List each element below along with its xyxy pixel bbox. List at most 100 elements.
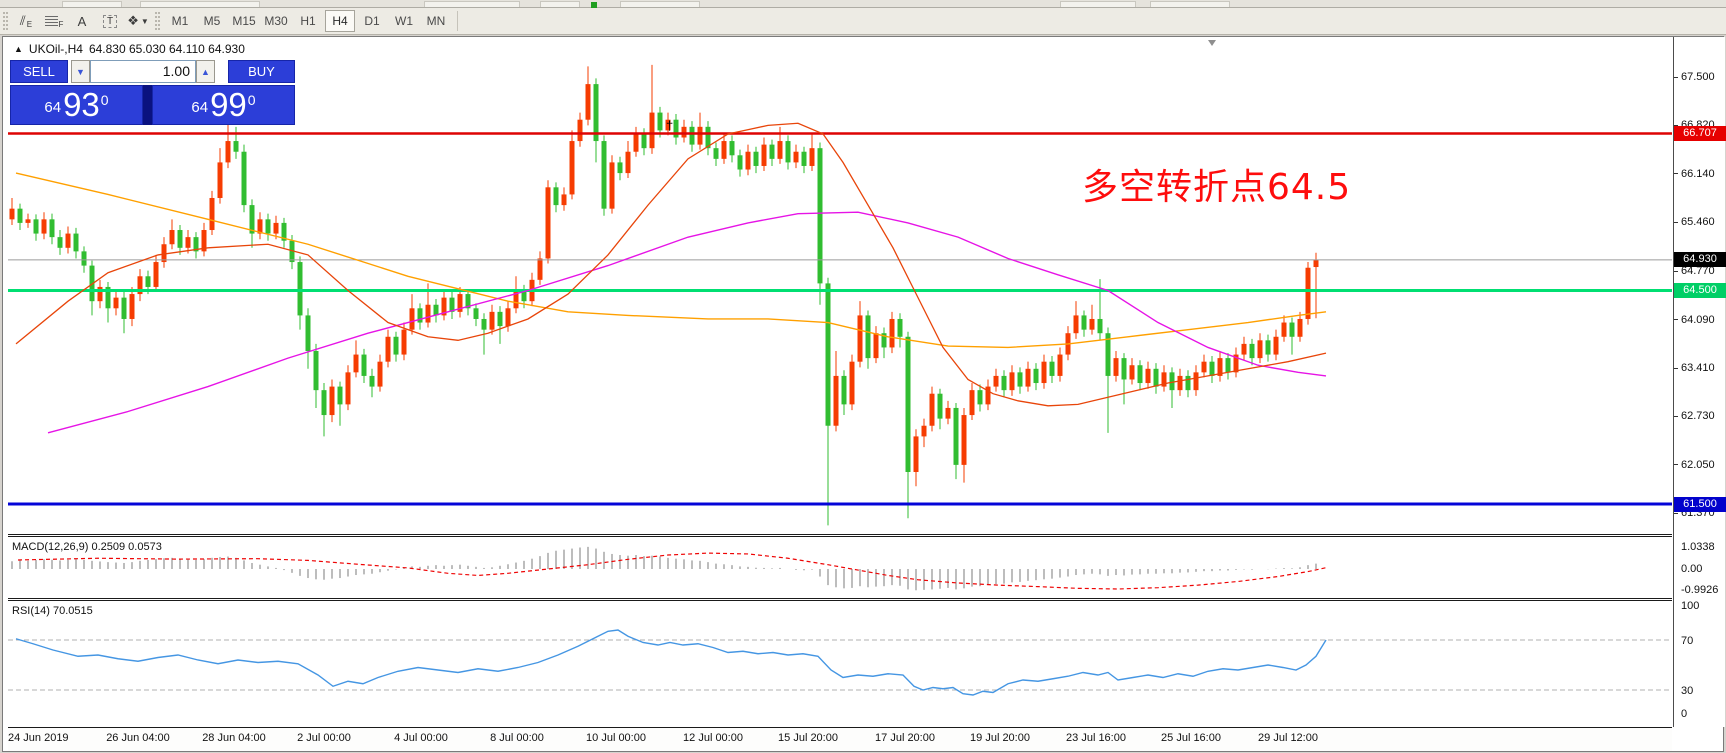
- rsi-label: RSI(14) 70.0515: [12, 605, 93, 617]
- price-tick-label: 67.500: [1681, 71, 1715, 83]
- volume-input[interactable]: 1.00: [90, 60, 196, 83]
- rsi-scale-label: 0: [1681, 708, 1688, 720]
- timeframe-w1[interactable]: W1: [389, 10, 419, 32]
- sell-price-sup: 0: [100, 92, 109, 108]
- toolbar-fragment: [540, 1, 580, 7]
- rsi-scale-label: 100: [1681, 600, 1700, 612]
- time-tick-label: 12 Jul 00:00: [683, 732, 743, 744]
- buy-price-prefix: 64: [191, 99, 209, 116]
- time-tick-label: 4 Jul 00:00: [394, 732, 448, 744]
- time-tick-label: 8 Jul 00:00: [490, 732, 544, 744]
- text-a-glyph: A: [77, 13, 87, 29]
- timeframe-m1[interactable]: M1: [165, 10, 195, 32]
- timeframe-m5[interactable]: M5: [197, 10, 227, 32]
- ohlc-readout: 64.830 65.030 64.110 64.930: [88, 42, 245, 56]
- upper-toolbar-sliver: [0, 0, 1726, 8]
- macd-scale-label: 0.00: [1681, 563, 1703, 575]
- price-level-badge: 64.930: [1674, 252, 1726, 268]
- object-anchor-marker: †: [666, 118, 674, 133]
- rsi-scale-label: 30: [1681, 685, 1694, 697]
- text-label-icon[interactable]: A: [69, 10, 95, 32]
- price-tick-label: 64.090: [1681, 313, 1715, 326]
- price-tick-mark: [1674, 464, 1678, 466]
- price-tick-label: 65.460: [1681, 216, 1715, 229]
- price-level-badge: 61.500: [1674, 496, 1726, 512]
- price-axis[interactable]: 67.50066.82066.14065.46064.77064.09063.4…: [1673, 37, 1726, 727]
- text-box-icon[interactable]: T: [97, 10, 123, 32]
- price-tick-mark: [1674, 221, 1678, 223]
- timeframe-m30[interactable]: M30: [261, 10, 291, 32]
- price-tick-mark: [1674, 319, 1678, 321]
- rsi-scale-label: 70: [1681, 635, 1694, 647]
- toolbar-drag-handle[interactable]: [155, 12, 160, 30]
- mt4-terminal: { "toolbar": { "tools": [ {"name": "equi…: [0, 0, 1726, 753]
- collapse-trade-panel-icon[interactable]: ▲: [14, 44, 23, 54]
- time-tick-label: 2 Jul 00:00: [297, 732, 351, 744]
- timeframe-m15[interactable]: M15: [229, 10, 259, 32]
- symbol-period-label: UKOil-,H4: [28, 42, 83, 56]
- price-panels: 64 93 0 64 99 0: [10, 85, 295, 125]
- toolbar-fragment: [620, 1, 700, 7]
- price-tick-mark: [1674, 270, 1678, 272]
- volume-increase-button[interactable]: ▲: [196, 60, 215, 83]
- timeframe-d1[interactable]: D1: [357, 10, 387, 32]
- price-tick-mark: [1674, 415, 1678, 417]
- toolbar-fragment: [62, 1, 122, 7]
- timeframe-mn[interactable]: MN: [421, 10, 451, 32]
- chart-shift-marker[interactable]: [1208, 40, 1216, 46]
- price-tick-label: 63.410: [1681, 362, 1715, 375]
- time-tick-label: 29 Jul 12:00: [1258, 732, 1318, 744]
- arrange-glyph: ❖: [127, 13, 139, 28]
- macd-scale-label: 1.0338: [1681, 540, 1715, 553]
- price-level-badge: 66.707: [1674, 125, 1726, 141]
- symbol-header: ▲ UKOil-,H4 64.830 65.030 64.110 64.930: [14, 42, 245, 56]
- price-tick-mark: [1674, 76, 1678, 78]
- macd-indicator-pane[interactable]: [8, 538, 1672, 598]
- toolbar-fragment: [140, 1, 260, 7]
- macd-label: MACD(12,26,9) 0.2509 0.0573: [12, 541, 162, 553]
- buy-button[interactable]: BUY: [228, 60, 295, 83]
- pane-divider[interactable]: [8, 534, 1672, 537]
- timeframe-h4[interactable]: H4: [325, 10, 355, 32]
- buy-price-sup: 0: [247, 92, 256, 108]
- toolbar-fragment: [1150, 1, 1230, 7]
- pane-divider[interactable]: [8, 598, 1672, 601]
- price-tick-label: 66.140: [1681, 167, 1715, 180]
- time-tick-label: 28 Jun 04:00: [202, 732, 266, 744]
- buy-price-panel[interactable]: 64 99 0: [152, 85, 295, 125]
- toolbar-separator: [457, 11, 458, 31]
- timeframe-h1[interactable]: H1: [293, 10, 323, 32]
- rsi-indicator-pane[interactable]: [8, 602, 1672, 727]
- time-tick-label: 17 Jul 20:00: [875, 732, 935, 744]
- channel-glyph: ⫽: [19, 13, 26, 28]
- channel-sub: E: [26, 20, 33, 29]
- chart-bottom-border: [8, 727, 1672, 728]
- price-tick-mark: [1674, 173, 1678, 175]
- time-tick-label: 10 Jul 00:00: [586, 732, 646, 744]
- time-tick-label: 23 Jul 16:00: [1066, 732, 1126, 744]
- equidistant-channel-icon[interactable]: ⫽ E: [13, 10, 39, 32]
- time-axis[interactable]: 24 Jun 2019 26 Jun 04:00 28 Jun 04:00 2 Jul…: [8, 728, 1672, 751]
- buy-price-value: 99: [210, 86, 247, 123]
- sell-price-prefix: 64: [44, 99, 62, 116]
- price-tick-label: 62.050: [1681, 458, 1715, 471]
- fibo-lines-glyph: [44, 15, 58, 27]
- toolbar-fragment: [424, 1, 520, 7]
- time-tick-label: 26 Jun 04:00: [106, 732, 170, 744]
- chevron-down-icon[interactable]: ▼: [141, 17, 149, 26]
- sell-price-panel[interactable]: 64 93 0: [10, 85, 143, 125]
- fibonacci-icon[interactable]: F: [41, 10, 67, 32]
- time-tick-label: 19 Jul 20:00: [970, 732, 1030, 744]
- time-tick-label: 24 Jun 2019: [8, 732, 69, 744]
- arrange-objects-icon[interactable]: ❖ ▼: [125, 10, 151, 32]
- price-tick-mark: [1674, 512, 1678, 514]
- one-click-trade-widget: SELL ▼ 1.00 ▲ BUY 64 93 0 64 99 0: [10, 60, 295, 125]
- sell-button[interactable]: SELL: [10, 60, 68, 83]
- chart-text-annotation[interactable]: 多空转折点64.5: [1082, 158, 1351, 210]
- macd-scale-label: -0.9926: [1681, 584, 1719, 597]
- sell-price-value: 93: [63, 86, 100, 123]
- toolbar-drag-handle[interactable]: [3, 12, 8, 30]
- volume-decrease-button[interactable]: ▼: [71, 60, 90, 83]
- drawing-toolbar: ⫽ E F A T ❖ ▼ M1 M5 M15 M30 H1 H4 D1 W1 …: [0, 8, 1726, 35]
- time-tick-label: 15 Jul 20:00: [778, 732, 838, 744]
